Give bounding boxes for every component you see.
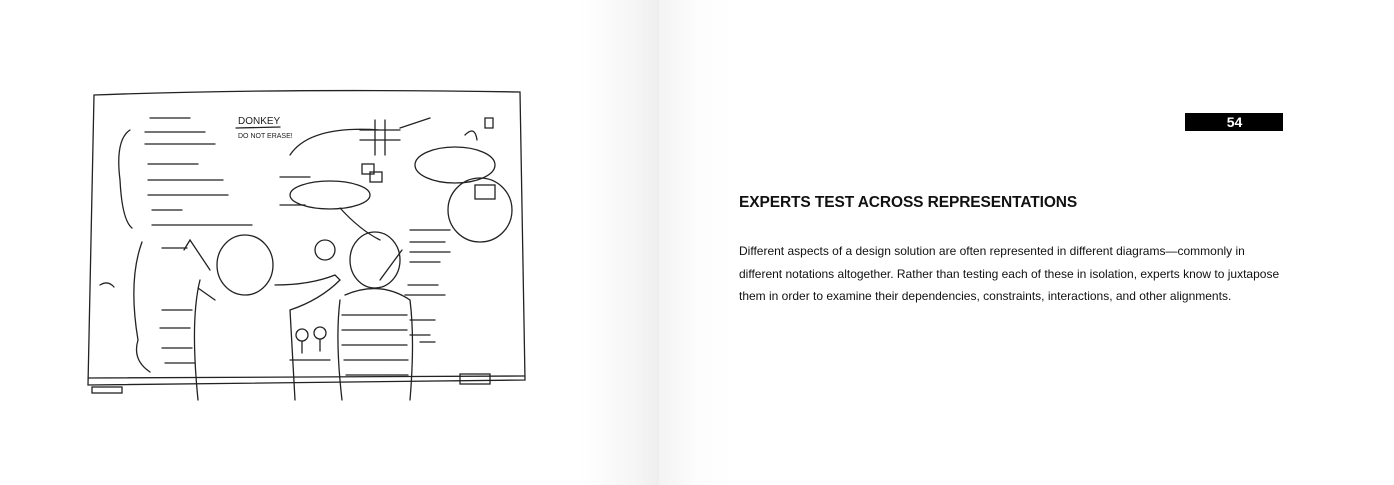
svg-text:DONKEY: DONKEY (238, 116, 281, 127)
body-paragraph: Different aspects of a design solution a… (739, 244, 1280, 303)
whiteboard-sketch-illustration: DONKEY DO NOT ERASE! (87, 89, 526, 401)
page-number-badge: 54 (1185, 113, 1283, 131)
svg-text:DO NOT ERASE!: DO NOT ERASE! (238, 133, 293, 140)
page-heading: EXPERTS TEST ACROSS REPRESENTATIONS (739, 194, 1078, 211)
left-page: DONKEY DO NOT ERASE! (0, 0, 659, 485)
page-number: 54 (1226, 114, 1243, 130)
